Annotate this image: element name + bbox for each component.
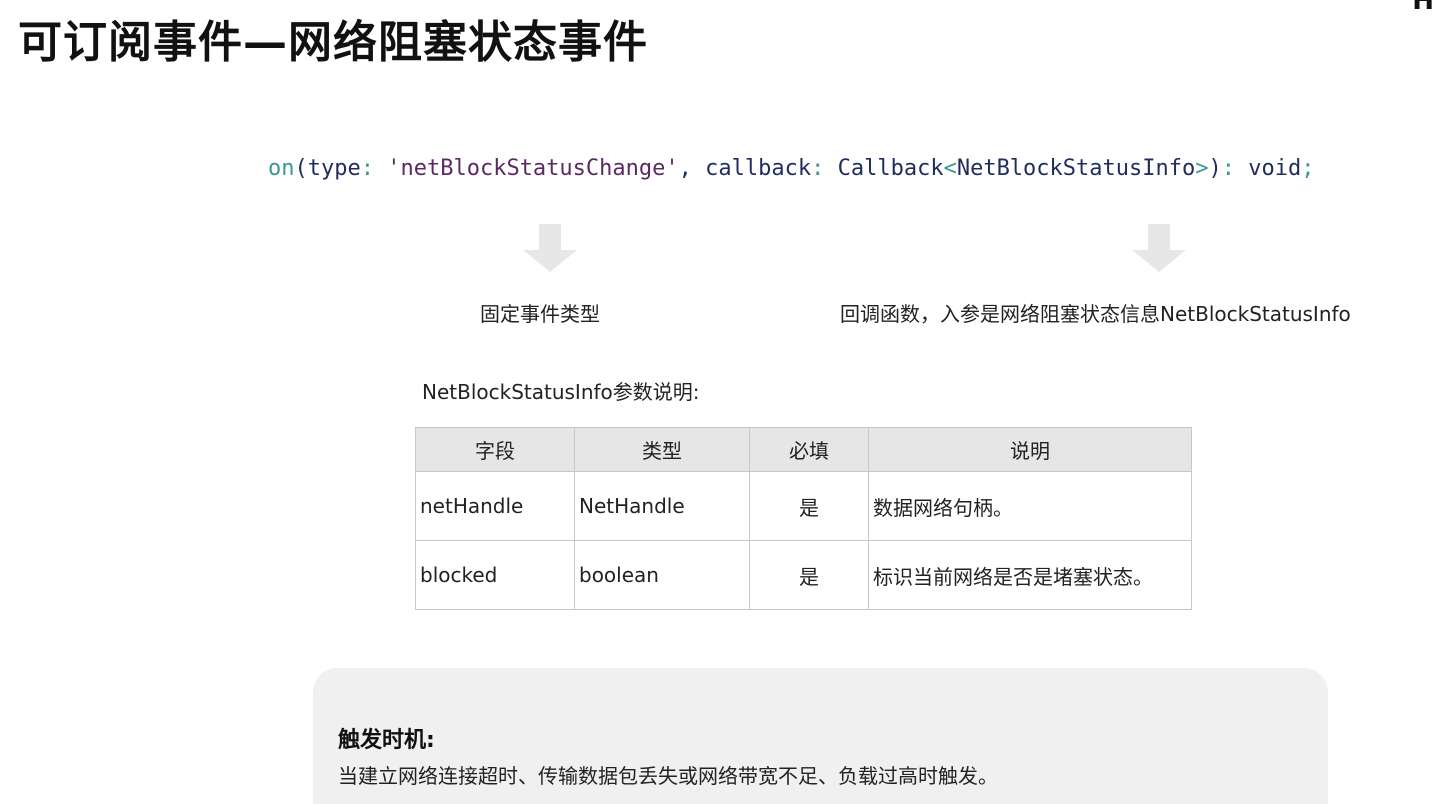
table-cell: 标识当前网络是否是堵塞状态。 bbox=[868, 540, 1192, 610]
table-header-cell: 说明 bbox=[868, 427, 1192, 472]
table-row: netHandle NetHandle 是 数据网络句柄。 bbox=[415, 471, 1192, 541]
table-cell: 数据网络句柄。 bbox=[868, 471, 1192, 541]
code-angle-open: < bbox=[943, 156, 957, 181]
table-cell: 是 bbox=[749, 540, 869, 610]
down-arrow-icon bbox=[1132, 224, 1186, 272]
code-open-paren: ( bbox=[294, 156, 308, 181]
code-semicolon: ; bbox=[1301, 156, 1315, 181]
trigger-note-body: 当建立网络连接超时、传输数据包丢失或网络带宽不足、负载过高时触发。 bbox=[338, 764, 998, 788]
code-method: on bbox=[268, 156, 295, 181]
code-angle-close: > bbox=[1195, 156, 1209, 181]
params-table: 字段 类型 必填 说明 netHandle NetHandle 是 数据网络句柄… bbox=[415, 427, 1192, 610]
table-cell: 是 bbox=[749, 471, 869, 541]
callback-caption: 回调函数，入参是网络阻塞状态信息NetBlockStatusInfo bbox=[840, 302, 1351, 326]
code-signature: on(type: 'netBlockStatusChange', callbac… bbox=[268, 156, 1314, 181]
table-cell: netHandle bbox=[415, 471, 575, 541]
code-param-type-name: type bbox=[307, 156, 361, 181]
code-colon: : bbox=[360, 156, 388, 181]
code-callback-type: Callback bbox=[837, 156, 944, 181]
corner-logo-text: H bbox=[1412, 0, 1434, 16]
code-return-type: void bbox=[1248, 156, 1302, 181]
table-header-cell: 类型 bbox=[574, 427, 750, 472]
down-arrow-icon bbox=[523, 224, 577, 272]
table-header-row: 字段 类型 必填 说明 bbox=[415, 427, 1192, 472]
code-colon: : bbox=[811, 156, 838, 181]
table-cell: boolean bbox=[574, 540, 750, 610]
code-close-paren: ) bbox=[1208, 156, 1222, 181]
table-header-cell: 字段 bbox=[415, 427, 575, 472]
table-row: blocked boolean 是 标识当前网络是否是堵塞状态。 bbox=[415, 540, 1192, 610]
code-param-callback-name: callback bbox=[705, 156, 812, 181]
code-generic-type: NetBlockStatusInfo bbox=[956, 156, 1196, 181]
code-event-string: 'netBlockStatusChange' bbox=[387, 156, 679, 181]
page-title: 可订阅事件—网络阻塞状态事件 bbox=[18, 17, 648, 68]
table-cell: blocked bbox=[415, 540, 575, 610]
table-cell: NetHandle bbox=[574, 471, 750, 541]
trigger-note-heading: 触发时机: bbox=[338, 728, 435, 753]
table-header-cell: 必填 bbox=[749, 427, 869, 472]
code-comma: , bbox=[678, 156, 706, 181]
table-title: NetBlockStatusInfo参数说明: bbox=[422, 380, 700, 404]
event-type-caption: 固定事件类型 bbox=[480, 302, 600, 326]
code-colon: : bbox=[1221, 156, 1249, 181]
